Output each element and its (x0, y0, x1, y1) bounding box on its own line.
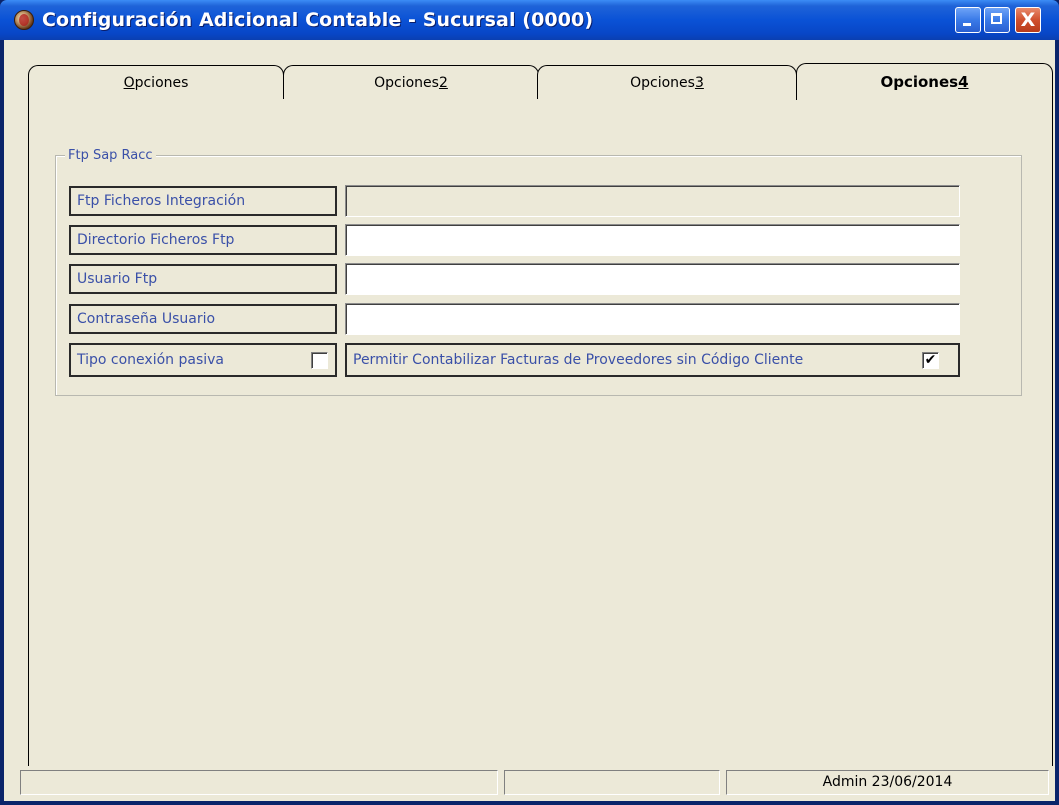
permitir-contabilizar-checkbox-container[interactable]: Permitir Contabilizar Facturas de Provee… (345, 343, 960, 377)
minimize-button[interactable] (955, 7, 981, 33)
tab-hotkey: O (123, 75, 135, 91)
close-button[interactable]: X (1015, 7, 1041, 33)
tab-hotkey: 4 (958, 73, 969, 91)
tipo-conexion-pasiva-label: Tipo conexión pasiva (77, 352, 224, 368)
tab-opciones2[interactable]: Opciones2 (283, 65, 539, 99)
status-panel-1 (20, 770, 498, 795)
title-bar[interactable]: Configuración Adicional Contable - Sucur… (0, 0, 1059, 40)
tab-opciones[interactable]: Opciones (28, 65, 284, 99)
tab-label: pciones (134, 75, 189, 91)
application-window: Configuración Adicional Contable - Sucur… (0, 0, 1059, 805)
usuario-ftp-label: Usuario Ftp (69, 264, 337, 294)
tipo-conexion-pasiva-checkbox-container[interactable]: Tipo conexión pasiva (69, 343, 337, 377)
tab-label: Opciones (880, 73, 959, 91)
tab-hotkey: 2 (438, 75, 448, 91)
app-icon[interactable] (14, 10, 34, 30)
tab-opciones3[interactable]: Opciones3 (537, 65, 797, 99)
contrasena-usuario-field[interactable] (345, 303, 960, 335)
directorio-ficheros-ftp-label: Directorio Ficheros Ftp (69, 225, 337, 255)
close-icon: X (1020, 9, 1036, 31)
tipo-conexion-pasiva-checkbox[interactable] (311, 352, 328, 369)
groupbox-legend: Ftp Sap Racc (65, 148, 156, 163)
checkmark-icon: ✔ (924, 352, 937, 368)
tab-opciones4-active[interactable]: Opciones4 (796, 63, 1053, 100)
tab-hotkey: 3 (694, 75, 704, 91)
window-title: Configuración Adicional Contable - Sucur… (42, 9, 594, 31)
status-bar: Admin 23/06/2014 (4, 766, 1055, 801)
window-client-area: Opciones Opciones2 Opciones3 Opciones4 F… (4, 40, 1055, 801)
contrasena-usuario-label: Contraseña Usuario (69, 304, 337, 334)
status-panel-2 (504, 770, 720, 795)
ftp-ficheros-integracion-field[interactable] (345, 185, 960, 217)
maximize-button[interactable] (984, 7, 1010, 33)
permitir-contabilizar-label: Permitir Contabilizar Facturas de Provee… (353, 352, 804, 368)
ftp-ficheros-integracion-label: Ftp Ficheros Integración (69, 186, 337, 216)
directorio-ficheros-ftp-field[interactable] (345, 224, 960, 256)
tab-label: Opciones (630, 75, 695, 91)
usuario-ftp-field[interactable] (345, 263, 960, 295)
tab-label: Opciones (374, 75, 439, 91)
permitir-contabilizar-checkbox[interactable]: ✔ (922, 352, 939, 369)
status-panel-user-date: Admin 23/06/2014 (726, 770, 1049, 795)
